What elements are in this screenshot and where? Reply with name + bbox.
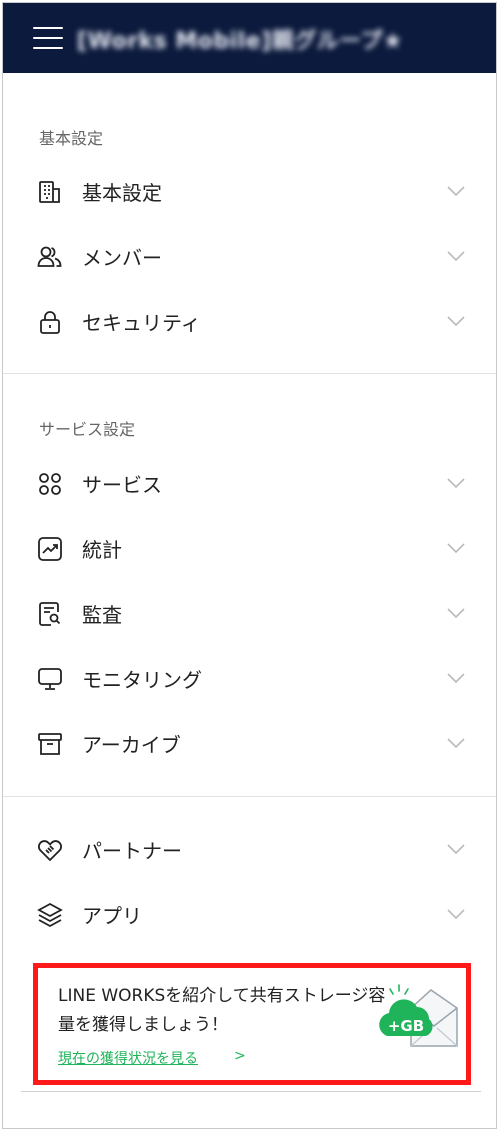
chart-icon bbox=[38, 537, 62, 561]
storage-promo-banner[interactable]: LINE WORKSを紹介して共有ストレージ容量を獲得しましょう！ 現在の獲得状… bbox=[33, 963, 471, 1085]
apps-grid-icon bbox=[39, 473, 61, 495]
menu-item-members[interactable]: メンバー bbox=[3, 231, 496, 281]
menu-item-label: 基本設定 bbox=[82, 180, 162, 205]
menu-item-partner[interactable]: パートナー bbox=[3, 824, 496, 874]
lock-icon bbox=[40, 311, 60, 334]
menu-item-audit[interactable]: 監査 bbox=[3, 588, 496, 638]
menu-item-monitoring[interactable]: モニタリング bbox=[3, 653, 496, 703]
app-header: [Works Mobile]親グループ★ bbox=[3, 3, 496, 73]
members-icon bbox=[37, 246, 62, 267]
menu-item-label: サービス bbox=[82, 472, 162, 497]
chevron-down-icon bbox=[447, 844, 465, 855]
menu-item-services[interactable]: サービス bbox=[3, 458, 496, 508]
archive-icon bbox=[38, 733, 62, 755]
gb-badge-text: +GB bbox=[388, 1017, 424, 1035]
chevron-right-icon: > bbox=[234, 1048, 246, 1064]
chevron-down-icon bbox=[447, 909, 465, 920]
menu-item-label: パートナー bbox=[82, 838, 182, 863]
admin-menu-panel: [Works Mobile]親グループ★ 基本設定 基本設定 メンバー セキュリ… bbox=[2, 2, 497, 1129]
menu-item-label: モニタリング bbox=[82, 667, 202, 692]
section-divider bbox=[3, 796, 496, 797]
menu-item-label: 統計 bbox=[82, 537, 122, 562]
menu-item-label: アプリ bbox=[82, 903, 142, 928]
promo-status-link[interactable]: 現在の獲得状況を見る bbox=[58, 1048, 198, 1068]
chevron-down-icon bbox=[447, 673, 465, 684]
monitor-icon bbox=[38, 668, 62, 690]
chevron-down-icon bbox=[447, 543, 465, 554]
chevron-down-icon bbox=[447, 316, 465, 327]
cloud-envelope-illustration: +GB bbox=[379, 984, 458, 1047]
menu-item-archive[interactable]: アーカイブ bbox=[3, 718, 496, 768]
bottom-divider bbox=[21, 1091, 481, 1092]
audit-icon bbox=[39, 602, 61, 626]
menu-item-apps[interactable]: アプリ bbox=[3, 889, 496, 939]
menu-item-security[interactable]: セキュリティ bbox=[3, 296, 496, 346]
section-divider bbox=[3, 373, 496, 374]
handshake-heart-icon bbox=[38, 840, 62, 862]
hamburger-menu-icon[interactable] bbox=[33, 27, 63, 49]
chevron-down-icon bbox=[447, 738, 465, 749]
menu-item-label: メンバー bbox=[82, 245, 162, 270]
section-label-service-settings: サービス設定 bbox=[39, 420, 136, 439]
layers-icon bbox=[37, 902, 63, 928]
section-label-basic-settings: 基本設定 bbox=[39, 129, 104, 148]
menu-item-statistics[interactable]: 統計 bbox=[3, 523, 496, 573]
chevron-down-icon bbox=[447, 251, 465, 262]
chevron-down-icon bbox=[447, 186, 465, 197]
menu-item-label: アーカイブ bbox=[82, 732, 181, 757]
menu-item-label: 監査 bbox=[82, 602, 122, 627]
menu-item-label: セキュリティ bbox=[82, 310, 201, 335]
menu-item-basic-settings[interactable]: 基本設定 bbox=[3, 166, 496, 216]
chevron-down-icon bbox=[447, 478, 465, 489]
chevron-down-icon bbox=[447, 608, 465, 619]
group-title: [Works Mobile]親グループ★ bbox=[77, 29, 404, 54]
building-icon bbox=[39, 181, 60, 203]
promo-message: LINE WORKSを紹介して共有ストレージ容量を獲得しましょう！ bbox=[58, 986, 386, 1035]
